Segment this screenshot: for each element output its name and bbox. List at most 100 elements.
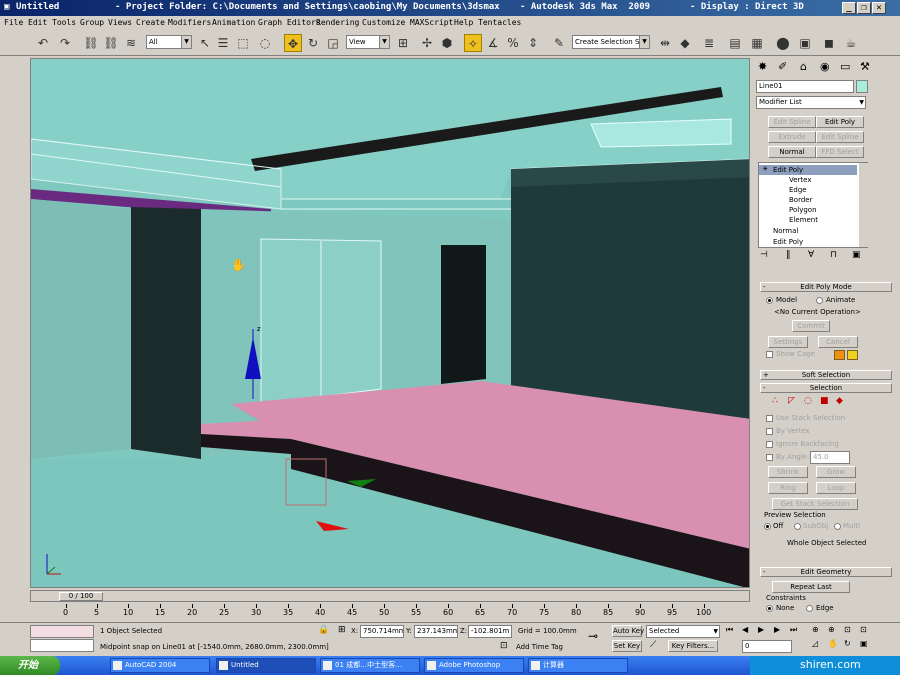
previous-frame-icon[interactable]: ◀ xyxy=(742,625,748,634)
start-button[interactable]: 开始 xyxy=(0,656,60,675)
selection-filter-dropdown[interactable]: All ▼ xyxy=(146,35,192,49)
time-slider[interactable]: 0 / 100 xyxy=(30,590,750,602)
menu-tentacles[interactable]: Tentacles xyxy=(478,18,521,27)
angle-snap-icon[interactable]: ∡ xyxy=(484,34,502,52)
x-coordinate-field[interactable]: 750.714mm xyxy=(360,625,404,638)
select-manipulate-icon[interactable]: ✢ xyxy=(418,34,436,52)
unlink-icon[interactable]: ⛓ xyxy=(102,34,120,52)
polygon-mode-icon[interactable]: ■ xyxy=(820,396,829,406)
task-autocad[interactable]: AutoCAD 2004 xyxy=(110,658,210,673)
configure-sets-icon[interactable]: ▣ xyxy=(852,250,861,260)
menu-animation[interactable]: Animation xyxy=(212,18,255,27)
commit-button[interactable]: Commit xyxy=(792,320,830,332)
next-frame-icon[interactable]: ▶ xyxy=(774,625,780,634)
by-vertex-checkbox[interactable] xyxy=(766,428,773,435)
set-key-button[interactable]: Set Key xyxy=(612,640,642,652)
task-folder[interactable]: 01 成都…中士型客… xyxy=(320,658,420,673)
auto-key-button[interactable]: Auto Key xyxy=(612,625,644,637)
material-editor-icon[interactable]: ⬤ xyxy=(774,34,792,52)
show-cage-checkbox[interactable] xyxy=(766,351,773,358)
zoom-all-icon[interactable]: ⊕ xyxy=(828,625,835,634)
edit-geometry-rollout[interactable]: - Edit Geometry xyxy=(760,567,892,577)
object-name-field[interactable]: Line01 xyxy=(756,80,854,93)
menu-file[interactable]: File xyxy=(4,18,23,27)
menu-customize[interactable]: Customize xyxy=(362,18,405,27)
named-selection-icon[interactable]: ✎ xyxy=(550,34,568,52)
add-time-tag-label[interactable]: Add Time Tag xyxy=(516,643,563,651)
snap-toggle-icon[interactable]: ✧ xyxy=(464,34,482,52)
border-mode-icon[interactable]: ◌ xyxy=(804,396,812,406)
task-calculator[interactable]: 计算器 xyxy=(528,658,628,673)
key-mode-dropdown[interactable]: Selected ▼ xyxy=(646,625,720,638)
orbit-icon[interactable]: ↻ xyxy=(844,639,851,648)
stack-scrollbar[interactable] xyxy=(859,163,868,247)
percent-snap-icon[interactable]: % xyxy=(504,34,522,52)
stack-polygon[interactable]: Polygon xyxy=(789,206,817,214)
scale-icon[interactable]: ◲ xyxy=(324,34,342,52)
remove-modifier-icon[interactable]: ⊓ xyxy=(830,250,837,260)
menu-create[interactable]: Create xyxy=(136,18,165,27)
zoom-extents-icon[interactable]: ⊡ xyxy=(844,625,851,634)
menu-help[interactable]: Help xyxy=(454,18,473,27)
reference-coordinate-dropdown[interactable]: View ▼ xyxy=(346,35,390,49)
redo-icon[interactable]: ↷ xyxy=(56,34,74,52)
rendered-frame-icon[interactable]: ◼ xyxy=(820,34,838,52)
stack-normal[interactable]: Normal xyxy=(773,227,798,235)
perspective-viewport[interactable]: z ✋ xyxy=(30,58,750,588)
grow-button[interactable]: Grow xyxy=(816,466,856,478)
stack-element[interactable]: Element xyxy=(789,216,818,224)
select-by-name-icon[interactable]: ☰ xyxy=(214,34,232,52)
task-3dsmax[interactable]: Untitled xyxy=(216,658,316,673)
select-link-icon[interactable]: ⛓ xyxy=(82,34,100,52)
y-coordinate-field[interactable]: 237.143mm xyxy=(414,625,458,638)
create-tab-icon[interactable]: ✸ xyxy=(758,60,767,73)
edge-mode-icon[interactable]: ◸ xyxy=(788,396,795,406)
motion-tab-icon[interactable]: ◉ xyxy=(820,60,830,73)
select-object-icon[interactable]: ↖ xyxy=(196,34,214,52)
z-coordinate-field[interactable]: -102.801m xyxy=(468,625,512,638)
edit-poly-button[interactable]: Edit Poly xyxy=(816,116,864,128)
stack-vertex[interactable]: Vertex xyxy=(789,176,812,184)
modifier-stack[interactable]: ☀ Edit Poly Vertex Edge Border Polygon E… xyxy=(758,162,868,248)
zoom-extents-all-icon[interactable]: ⊡ xyxy=(860,625,867,634)
angle-value-field[interactable]: 45.0 xyxy=(810,451,850,464)
edit-spline-button[interactable]: Edit Spline xyxy=(768,116,816,128)
stack-edge[interactable]: Edge xyxy=(789,186,807,194)
move-icon[interactable]: ✥ xyxy=(284,34,302,52)
extrude-button[interactable]: Extrude xyxy=(768,131,816,143)
menu-group[interactable]: Group xyxy=(80,18,104,27)
cancel-button[interactable]: Cancel xyxy=(818,336,858,348)
menu-graph-editors[interactable]: Graph Editors xyxy=(258,18,321,27)
repeat-last-button[interactable]: Repeat Last xyxy=(772,581,850,593)
stack-edit-poly-2[interactable]: Edit Poly xyxy=(773,238,803,246)
minimize-button[interactable]: _ xyxy=(842,2,856,14)
maxscript-mini-listener[interactable] xyxy=(30,639,94,652)
undo-icon[interactable]: ↶ xyxy=(34,34,52,52)
constraint-edge-radio[interactable] xyxy=(806,605,813,612)
menu-modifiers[interactable]: Modifiers xyxy=(168,18,211,27)
spinner-snap-icon[interactable]: ⇕ xyxy=(524,34,542,52)
display-tab-icon[interactable]: ▭ xyxy=(840,60,850,73)
preview-subobj-radio[interactable] xyxy=(794,523,801,530)
named-selection-dropdown[interactable]: Create Selection Set ▼ xyxy=(572,35,650,49)
menu-maxscript[interactable]: MAXScript xyxy=(410,18,453,27)
selection-rollout[interactable]: - Selection xyxy=(760,383,892,393)
quick-render-icon[interactable]: ☕ xyxy=(842,34,860,52)
menu-views[interactable]: Views xyxy=(108,18,132,27)
hierarchy-tab-icon[interactable]: ⌂ xyxy=(800,60,807,73)
preview-multi-radio[interactable] xyxy=(834,523,841,530)
pivot-center-icon[interactable]: ⊞ xyxy=(394,34,412,52)
model-radio[interactable] xyxy=(766,297,773,304)
menu-edit[interactable]: Edit xyxy=(28,18,47,27)
loop-button[interactable]: Loop xyxy=(816,482,856,494)
window-crossing-icon[interactable]: ◌ xyxy=(256,34,274,52)
bulb-icon[interactable]: ☀ xyxy=(762,165,768,173)
key-icon[interactable]: ⊸ xyxy=(588,629,598,643)
curve-editor-icon[interactable]: ▤ xyxy=(726,34,744,52)
render-setup-icon[interactable]: ▣ xyxy=(796,34,814,52)
rectangular-selection-icon[interactable]: ⬚ xyxy=(234,34,252,52)
layer-manager-icon[interactable]: ≣ xyxy=(700,34,718,52)
soft-selection-rollout[interactable]: + Soft Selection xyxy=(760,370,892,380)
make-unique-icon[interactable]: ∀ xyxy=(808,250,814,260)
ring-button[interactable]: Ring xyxy=(768,482,808,494)
